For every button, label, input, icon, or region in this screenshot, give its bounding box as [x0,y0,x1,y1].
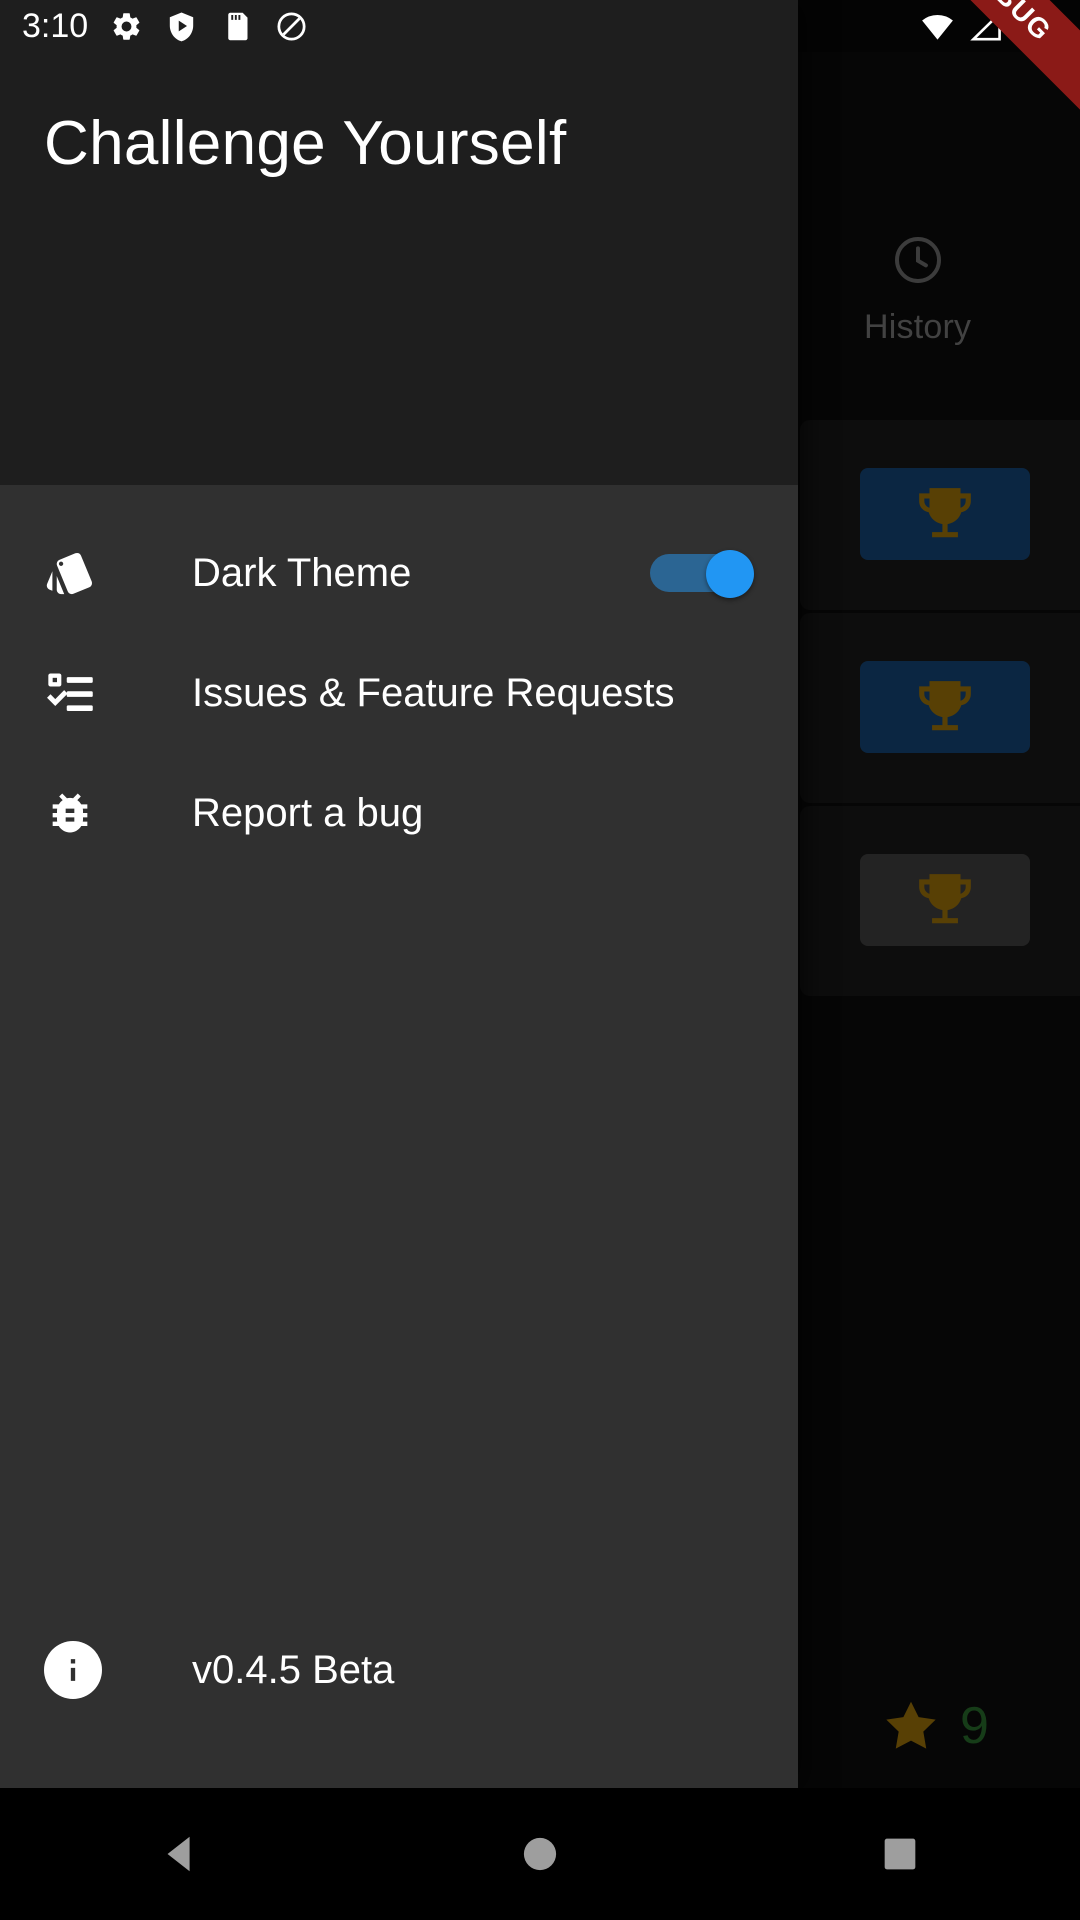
drawer-item-dark-theme[interactable]: Dark Theme [0,513,798,633]
drawer-item-label: Report a bug [192,790,424,835]
circle-home-icon [523,1837,557,1871]
drawer-footer: v0.4.5 Beta [0,1610,798,1788]
system-navigation-bar [0,1788,1080,1920]
bug-report-icon [44,787,120,839]
drawer-item-version[interactable]: v0.4.5 Beta [44,1610,754,1730]
drawer-header: Challenge Yourself [0,0,798,485]
drawer-item-issues-feature-requests[interactable]: Issues & Feature Requests [0,633,798,753]
dark-theme-switch[interactable] [650,550,754,598]
drawer-menu-list: Dark Theme Issues & Feature Requests Rep… [0,485,798,1610]
dark-theme-switch-wrap [650,550,754,598]
navigation-drawer: Challenge Yourself Dark Theme Issues & F… [0,0,798,1788]
phone-screen: History [0,0,1080,1920]
version-icon-wrap [44,1641,120,1699]
home-button[interactable] [480,1788,600,1920]
drawer-item-label: Dark Theme [192,550,412,595]
style-swatches-icon [44,547,120,599]
square-recents-icon [884,1838,916,1870]
info-circle-icon [44,1641,102,1699]
drawer-item-label: Issues & Feature Requests [192,670,675,715]
triangle-back-icon [167,1836,190,1872]
page-title: Challenge Yourself [44,109,567,178]
switch-thumb[interactable] [706,550,754,598]
task-list-check-icon [44,667,120,719]
back-button[interactable] [120,1788,240,1920]
app-version-label: v0.4.5 Beta [192,1647,395,1692]
recents-button[interactable] [840,1788,960,1920]
drawer-item-report-a-bug[interactable]: Report a bug [0,753,798,873]
